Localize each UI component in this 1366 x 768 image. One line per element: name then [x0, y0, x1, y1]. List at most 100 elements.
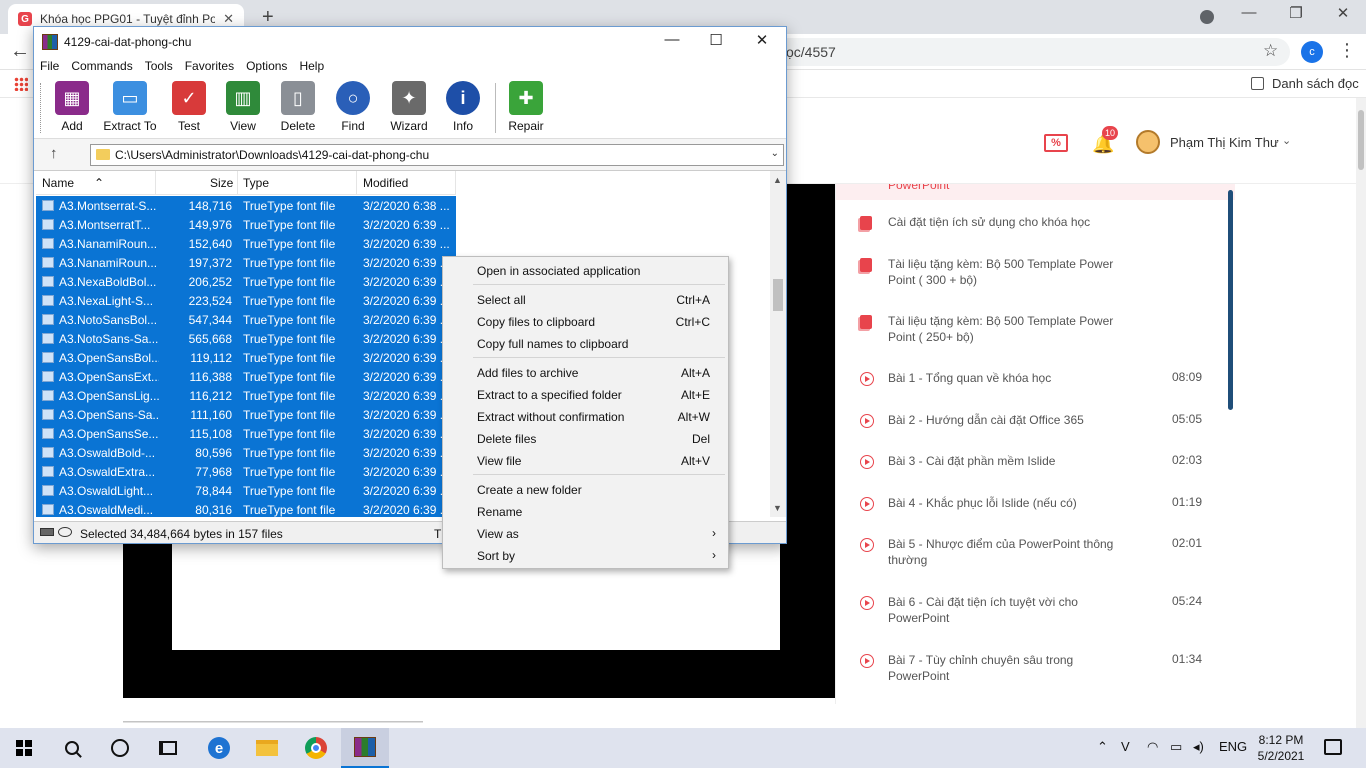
action-center-icon[interactable] [1324, 739, 1342, 755]
file-row[interactable]: A3.OswaldBold-... 80,596 TrueType font fil… [36, 443, 456, 462]
menu-item-new-folder[interactable]: Create a new folder [445, 480, 726, 500]
file-row[interactable]: A3.OpenSans-Sa... 111,160 TrueType font fi… [36, 405, 456, 424]
menu-item-view-file[interactable]: View file Alt+V [445, 451, 726, 471]
menu-item-copy-full-names[interactable]: Copy full names to clipboard [445, 334, 726, 354]
file-list-scroll-thumb[interactable] [773, 279, 783, 311]
file-row[interactable]: A3.OpenSansSe... 115,108 TrueType font fil… [36, 424, 456, 443]
promo-gift-icon[interactable]: % [1044, 134, 1068, 152]
cortana-button[interactable] [96, 728, 144, 768]
file-type: TrueType font file [243, 484, 336, 498]
page-scrollbar[interactable] [1356, 98, 1366, 728]
browser-menu-icon[interactable]: ⋮ [1338, 40, 1356, 61]
info-button[interactable]: i Info [436, 81, 490, 137]
tray-expand-icon[interactable]: ⌃ [1097, 739, 1108, 755]
file-row[interactable]: A3.OswaldMedi... 80,316 TrueType font file… [36, 500, 456, 517]
find-button[interactable]: ○ Find [326, 81, 380, 137]
column-divider[interactable] [356, 171, 357, 195]
extract-to-button[interactable]: ▭ Extract To [103, 81, 157, 137]
menu-favorites[interactable]: Favorites [179, 57, 240, 77]
winrar-close-button[interactable]: ✕ [742, 31, 782, 49]
file-list-scrollbar[interactable]: ▲ ▼ [770, 171, 786, 517]
browser-restore-button[interactable]: ❐ [1273, 4, 1319, 22]
menu-file[interactable]: File [34, 57, 65, 77]
column-name[interactable]: Name [42, 176, 74, 190]
file-type: TrueType font file [243, 256, 336, 270]
wizard-button[interactable]: ✦ Wizard [382, 81, 436, 137]
scroll-up-icon[interactable]: ▲ [773, 175, 782, 185]
file-row[interactable]: A3.OpenSansLig... 116,212 TrueType font fi… [36, 386, 456, 405]
column-divider[interactable] [237, 171, 238, 195]
winrar-titlebar[interactable]: 4129-cai-dat-phong-chu — ☐ ✕ [34, 27, 786, 57]
taskbar-file-explorer[interactable] [243, 728, 291, 768]
view-button[interactable]: ▥ View [216, 81, 270, 137]
volume-icon[interactable]: ◂) [1193, 739, 1204, 755]
column-divider[interactable] [155, 171, 156, 195]
menu-item-sort-by[interactable]: Sort by › [445, 546, 726, 566]
menu-item-open-associated[interactable]: Open in associated application [445, 261, 726, 281]
battery-icon[interactable]: ▭ [1170, 739, 1182, 755]
tab-close-icon[interactable]: ✕ [223, 11, 234, 27]
file-row[interactable]: A3.NotoSans-Sa... 565,668 TrueType font fi… [36, 329, 456, 348]
winrar-maximize-button[interactable]: ☐ [696, 31, 736, 49]
scroll-down-icon[interactable]: ▼ [773, 503, 782, 513]
lesson-panel-scrollbar[interactable] [1228, 190, 1233, 410]
bookmark-star-icon[interactable]: ☆ [1263, 41, 1278, 61]
page-scrollbar-thumb[interactable] [1358, 110, 1364, 170]
menu-item-extract-to-folder[interactable]: Extract to a specified folder Alt+E [445, 385, 726, 405]
repair-button[interactable]: ✚ Repair [499, 81, 553, 137]
up-arrow-icon[interactable]: ↑ [50, 145, 58, 162]
winrar-minimize-button[interactable]: — [652, 31, 692, 48]
menu-tools[interactable]: Tools [139, 57, 179, 77]
file-row[interactable]: A3.OswaldLight... 78,844 TrueType font fil… [36, 481, 456, 500]
column-divider[interactable] [455, 171, 456, 195]
profile-menu-icon[interactable] [1200, 10, 1214, 24]
path-combobox[interactable]: C:\Users\Administrator\Downloads\4129-ca… [90, 144, 784, 166]
menu-item-select-all[interactable]: Select all Ctrl+A [445, 290, 726, 310]
taskbar-winrar[interactable] [341, 728, 389, 768]
menu-item-copy-files[interactable]: Copy files to clipboard Ctrl+C [445, 312, 726, 332]
column-size[interactable]: Size [210, 176, 233, 190]
menu-help[interactable]: Help [293, 57, 330, 77]
language-indicator[interactable]: ENG [1219, 739, 1247, 754]
user-name[interactable]: Phạm Thị Kim Thư [1170, 135, 1279, 150]
menu-item-extract-no-confirm[interactable]: Extract without confirmation Alt+W [445, 407, 726, 427]
taskbar-edge[interactable]: e [195, 728, 243, 768]
user-avatar[interactable] [1136, 130, 1160, 154]
task-view-button[interactable] [144, 728, 192, 768]
system-clock[interactable]: 8:12 PM 5/2/2021 [1256, 732, 1306, 764]
column-type[interactable]: Type [243, 176, 269, 190]
start-button[interactable] [0, 728, 48, 768]
menu-item-rename[interactable]: Rename [445, 502, 726, 522]
menu-options[interactable]: Options [240, 57, 293, 77]
file-row[interactable]: A3.NotoSansBol... 547,344 TrueType font fi… [36, 310, 456, 329]
file-row[interactable]: A3.NexaLight-S... 223,524 TrueType font fi… [36, 291, 456, 310]
taskbar-search-button[interactable] [48, 728, 96, 768]
menu-item-view-as[interactable]: View as › [445, 524, 726, 544]
file-row[interactable]: A3.NexaBoldBol... 206,252 TrueType font fi… [36, 272, 456, 291]
add-button[interactable]: ▦ Add [45, 81, 99, 137]
file-row[interactable]: A3.Montserrat-S... 148,716 TrueType font f… [36, 196, 456, 215]
profile-avatar[interactable]: c [1301, 41, 1323, 63]
vietnamese-input-icon[interactable]: V [1121, 739, 1130, 754]
menu-item-add-to-archive[interactable]: Add files to archive Alt+A [445, 363, 726, 383]
chevron-down-icon[interactable]: ⌄ [1282, 134, 1291, 147]
menu-item-delete-files[interactable]: Delete files Del [445, 429, 726, 449]
browser-close-button[interactable]: ✕ [1320, 4, 1366, 22]
file-row[interactable]: A3.MontserratT... 149,976 TrueType font fi… [36, 215, 456, 234]
browser-minimize-button[interactable]: — [1226, 4, 1272, 21]
delete-button[interactable]: ▯ Delete [271, 81, 325, 137]
chevron-down-icon[interactable]: ⌄ [771, 148, 779, 159]
file-row[interactable]: A3.OswaldExtra... 77,968 TrueType font fil… [36, 462, 456, 481]
column-modified[interactable]: Modified [363, 176, 408, 190]
back-arrow-icon[interactable]: ← [10, 40, 30, 63]
apps-grid-icon[interactable] [14, 77, 28, 91]
file-row[interactable]: A3.NanamiRoun... 152,640 TrueType font fil… [36, 234, 456, 253]
file-row[interactable]: A3.NanamiRoun... 197,372 TrueType font fil… [36, 253, 456, 272]
taskbar-chrome[interactable] [292, 728, 340, 768]
test-button[interactable]: ✓ Test [162, 81, 216, 137]
menu-commands[interactable]: Commands [65, 57, 138, 77]
wifi-icon[interactable]: ◠ [1147, 739, 1158, 755]
file-row[interactable]: A3.OpenSansExt... 116,388 TrueType font fi… [36, 367, 456, 386]
reading-list-button[interactable]: Danh sách đọc [1251, 76, 1359, 91]
file-row[interactable]: A3.OpenSansBol... 119,112 TrueType font fi… [36, 348, 456, 367]
